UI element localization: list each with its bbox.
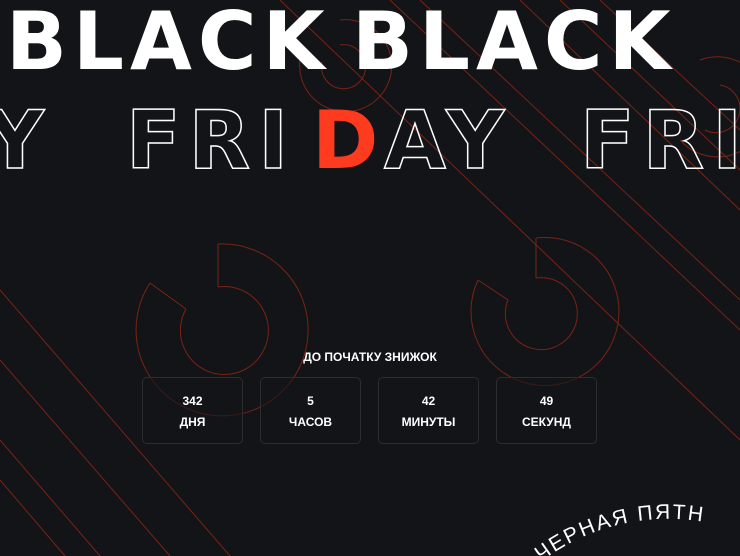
badge-text: ЧЕРНАЯ ПЯТН bbox=[531, 501, 707, 556]
black-friday-countdown-page: BLACK BLACK Y FRI D AY FRI ДО ПОЧАТКУ ЗН… bbox=[0, 0, 740, 556]
circular-badge: ЧЕРНАЯ ПЯТН bbox=[531, 501, 707, 556]
